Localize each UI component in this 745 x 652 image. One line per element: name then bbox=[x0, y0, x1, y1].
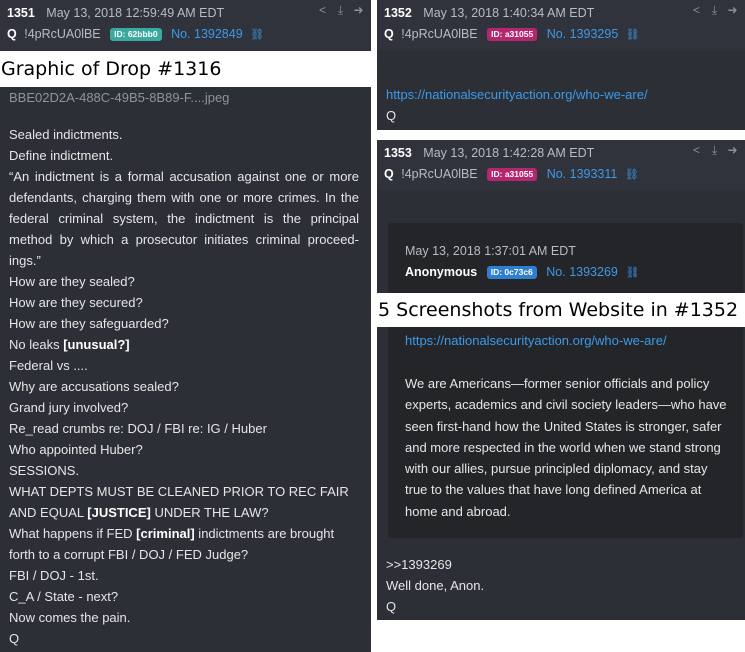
post-header: 1351 May 13, 2018 12:59:49 AM EDT < ⤓ ➜ … bbox=[0, 0, 371, 50]
post-tripcode: !4pRcUA0lBE bbox=[401, 27, 478, 41]
text-line: How are they safeguarded? bbox=[9, 316, 169, 331]
quoted-author: Anonymous bbox=[405, 265, 478, 279]
download-icon[interactable]: ⤓ bbox=[708, 144, 721, 157]
text-line: Now comes the pain. bbox=[9, 610, 131, 625]
bold-span: [JUSTICE] bbox=[87, 505, 151, 520]
quoted-datetime: May 13, 2018 1:37:01 AM EDT bbox=[405, 244, 576, 258]
share-icon[interactable]: < bbox=[690, 144, 703, 157]
post-1351: 1351 May 13, 2018 12:59:49 AM EDT < ⤓ ➜ … bbox=[0, 0, 371, 652]
text-line: How are they secured? bbox=[9, 295, 143, 310]
post-header: 1352 May 13, 2018 1:40:34 AM EDT < ⤓ ➜ Q… bbox=[377, 0, 745, 50]
arrow-right-icon[interactable]: ➜ bbox=[726, 4, 739, 17]
text-line: Who appointed Huber? bbox=[9, 442, 143, 457]
post-author: Q bbox=[384, 27, 394, 41]
text-line: Why are accusations sealed? bbox=[9, 379, 179, 394]
post-header: 1353 May 13, 2018 1:42:28 AM EDT < ⤓ ➜ Q… bbox=[377, 140, 745, 190]
text-line: What happens if FED [criminal] indictmen… bbox=[9, 523, 359, 565]
link-icon[interactable]: ⛓ bbox=[250, 28, 264, 41]
quoted-header: Anonymous ID: 0c73c6 No. 1393269 ⛓ bbox=[405, 265, 639, 280]
share-icon[interactable]: < bbox=[690, 4, 703, 17]
text-line: No leaks [unusual?] bbox=[9, 334, 359, 355]
post-author: Q bbox=[7, 27, 17, 41]
post-link[interactable]: No. 1393269 bbox=[546, 265, 618, 279]
caption-right: 5 Screenshots from Website in #1352 bbox=[377, 293, 745, 327]
reply-reference[interactable]: >>1393269 bbox=[386, 554, 737, 575]
id-badge: ID: a31055 bbox=[487, 168, 538, 182]
post-body: https://nationalsecurityaction.org/who-w… bbox=[386, 84, 737, 126]
text-span: No leaks bbox=[9, 337, 64, 352]
download-icon[interactable]: ⤓ bbox=[334, 4, 347, 17]
bold-span: [criminal] bbox=[136, 526, 195, 541]
text-line: Define indictment. bbox=[9, 148, 114, 163]
post-tripcode: !4pRcUA0lBE bbox=[401, 167, 478, 181]
reply-text: Well done, Anon. bbox=[386, 578, 485, 593]
text-line: How are they sealed? bbox=[9, 274, 135, 289]
quoted-text: We are Americans—former senior officials… bbox=[405, 376, 727, 519]
text-line: Re_read crumbs re: DOJ / FBI re: IG / Hu… bbox=[9, 421, 267, 436]
url-link[interactable]: https://nationalsecurityaction.org/who-w… bbox=[386, 84, 737, 105]
link-icon[interactable]: ⛓ bbox=[625, 266, 639, 279]
quoted-post: May 13, 2018 1:37:01 AM EDT Anonymous ID… bbox=[388, 223, 743, 538]
post-text: Sealed indictments. Define indictment. “… bbox=[9, 124, 359, 649]
url-link[interactable]: https://nationalsecurityaction.org/who-w… bbox=[405, 333, 667, 348]
signature: Q bbox=[386, 599, 397, 614]
text-span: What happens if FED bbox=[9, 526, 137, 541]
link-icon[interactable]: ⛓ bbox=[626, 28, 640, 41]
post-tools: < ⤓ ➜ bbox=[316, 4, 365, 17]
text-line: WHAT DEPTS MUST BE CLEANED PRIOR TO REC … bbox=[9, 481, 359, 523]
bold-span: [unusual?] bbox=[63, 337, 130, 352]
post-body: BBE02D2A-488C-49B5-8B89-F....jpeg bbox=[9, 87, 363, 108]
post-tools: < ⤓ ➜ bbox=[690, 4, 739, 17]
arrow-right-icon[interactable]: ➜ bbox=[352, 4, 365, 17]
id-badge: ID: 62bbb0 bbox=[110, 28, 162, 42]
text-line: Q bbox=[9, 631, 20, 646]
post-link[interactable]: No. 1392849 bbox=[171, 27, 243, 41]
download-icon[interactable]: ⤓ bbox=[708, 4, 721, 17]
id-badge: ID: 0c73c6 bbox=[486, 266, 537, 280]
text-line: Grand jury involved? bbox=[9, 400, 129, 415]
link-icon[interactable]: ⛓ bbox=[625, 168, 639, 181]
post-datetime: May 13, 2018 1:42:28 AM EDT bbox=[423, 146, 595, 160]
post-number: 1353 bbox=[384, 146, 412, 160]
post-1353: 1353 May 13, 2018 1:42:28 AM EDT < ⤓ ➜ Q… bbox=[377, 140, 745, 620]
attachment-filename[interactable]: BBE02D2A-488C-49B5-8B89-F....jpeg bbox=[9, 87, 363, 108]
post-link[interactable]: No. 1393311 bbox=[547, 167, 618, 181]
text-line: “An indictment is a formal accusation ag… bbox=[9, 169, 359, 268]
text-line: SESSIONS. bbox=[9, 463, 80, 478]
post-1352: 1352 May 13, 2018 1:40:34 AM EDT < ⤓ ➜ Q… bbox=[377, 0, 745, 130]
post-tripcode: !4pRcUA0lBE bbox=[24, 27, 101, 41]
post-datetime: May 13, 2018 12:59:49 AM EDT bbox=[46, 6, 225, 20]
post-number: 1351 bbox=[7, 6, 35, 20]
id-badge: ID: a31055 bbox=[487, 28, 538, 42]
text-line: Federal vs .... bbox=[9, 358, 88, 373]
text-line: FBI / DOJ - 1st. bbox=[9, 568, 99, 583]
post-datetime: May 13, 2018 1:40:34 AM EDT bbox=[423, 6, 595, 20]
share-icon[interactable]: < bbox=[316, 4, 329, 17]
text-line: C_A / State - next? bbox=[9, 589, 119, 604]
post-body: >>1393269 Well done, Anon. Q bbox=[386, 554, 737, 617]
text-line: Sealed indictments. bbox=[9, 127, 123, 142]
post-tools: < ⤓ ➜ bbox=[690, 144, 739, 157]
post-link[interactable]: No. 1393295 bbox=[547, 27, 619, 41]
post-number: 1352 bbox=[384, 6, 412, 20]
text-span: UNDER THE LAW? bbox=[150, 505, 269, 520]
arrow-right-icon[interactable]: ➜ bbox=[726, 144, 739, 157]
signature: Q bbox=[386, 108, 397, 123]
caption-left: Graphic of Drop #1316 bbox=[0, 51, 372, 87]
post-author: Q bbox=[384, 167, 394, 181]
